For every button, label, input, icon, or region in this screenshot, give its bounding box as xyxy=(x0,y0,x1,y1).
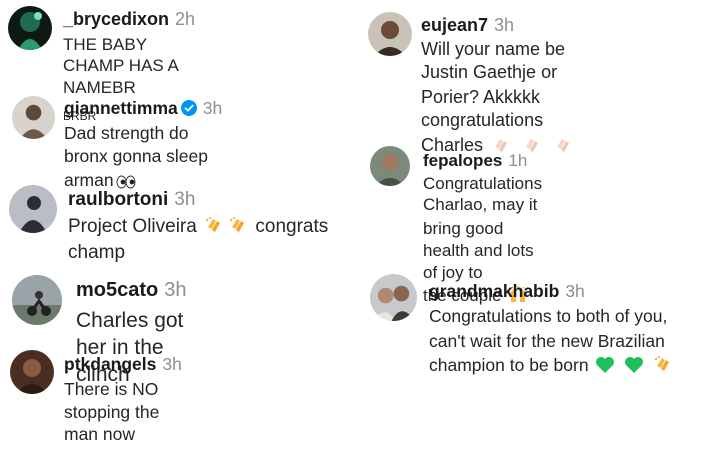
avatar[interactable] xyxy=(10,350,54,394)
comment-text: There is NO stopping the man now xyxy=(64,379,160,444)
comment-text-line2: can't wait for the new Brazilian xyxy=(429,330,665,351)
avatar[interactable] xyxy=(9,185,57,233)
comment-text: Project Oliveira xyxy=(68,215,197,237)
eyes-emoji-icon xyxy=(116,175,136,189)
username[interactable]: raulbortoni xyxy=(68,189,168,210)
green-heart-emoji-icon xyxy=(624,356,644,374)
avatar[interactable] xyxy=(12,275,62,325)
comment-text-line3: champion to be born xyxy=(429,354,589,375)
timestamp: 3h xyxy=(162,354,182,374)
timestamp: 3h xyxy=(174,189,196,210)
username[interactable]: _brycedixon xyxy=(63,9,169,29)
comment-text: THE BABY CHAMP HAS A NAMEBR xyxy=(63,34,178,98)
username[interactable]: eujean7 xyxy=(421,15,488,35)
username[interactable]: fepalopes xyxy=(423,151,502,170)
timestamp: 3h xyxy=(202,98,223,118)
comment-text: Congratulations to both of you, xyxy=(429,306,668,327)
green-heart-emoji-icon xyxy=(595,356,615,374)
avatar[interactable] xyxy=(368,12,412,56)
username[interactable]: mo5cato xyxy=(76,279,158,301)
comment-text-line2: arman xyxy=(64,169,114,190)
timestamp: 1h xyxy=(508,151,528,170)
comment-text: Dad strength do bronx gonna sleep xyxy=(64,123,208,166)
username[interactable]: giannettimma xyxy=(64,98,178,118)
timestamp: 3h xyxy=(494,15,515,35)
comment-text-after: congrats xyxy=(255,215,329,237)
timestamp: 3h xyxy=(565,281,585,301)
clapping-hands-emoji-icon xyxy=(653,354,673,374)
timestamp: 2h xyxy=(175,9,196,29)
comment-text-line2: champ xyxy=(68,242,126,264)
clapping-hands-emoji-icon xyxy=(552,134,574,154)
comment-text-line2: bring good health and lots of joy to xyxy=(423,219,534,282)
comment-text: Congratulations Charlao, may it xyxy=(423,173,543,215)
comment-text-line2: Porier? Akkkkk congratulations xyxy=(421,86,544,130)
username[interactable]: grandmakhabib xyxy=(429,281,559,301)
avatar[interactable] xyxy=(370,274,417,321)
comment-text: Will your name be Justin Gaethje or xyxy=(421,38,566,82)
avatar[interactable] xyxy=(8,6,52,50)
avatar[interactable] xyxy=(370,146,410,186)
clapping-hands-emoji-icon xyxy=(204,215,224,235)
verified-badge-icon xyxy=(180,100,197,120)
clapping-hands-emoji-icon xyxy=(228,215,248,235)
avatar[interactable] xyxy=(12,96,55,139)
username[interactable]: ptkdangels xyxy=(64,354,156,374)
timestamp: 3h xyxy=(164,279,187,301)
